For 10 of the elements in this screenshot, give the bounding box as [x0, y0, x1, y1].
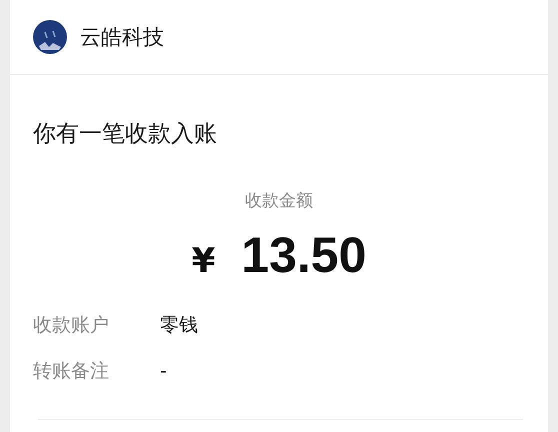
sender-name: 云皓科技: [80, 24, 164, 51]
detail-value: -: [160, 359, 167, 383]
amount-label: 收款金额: [244, 190, 314, 213]
detail-value: 零钱: [160, 313, 198, 337]
notice-title: 你有一笔收款入账: [33, 120, 218, 149]
detail-label: 转账备注: [33, 359, 110, 383]
detail-label: 收款账户: [33, 313, 110, 337]
currency-symbol: ¥: [192, 240, 216, 283]
avatar-icon: [33, 20, 67, 54]
amount-value: 13.50: [241, 227, 366, 283]
